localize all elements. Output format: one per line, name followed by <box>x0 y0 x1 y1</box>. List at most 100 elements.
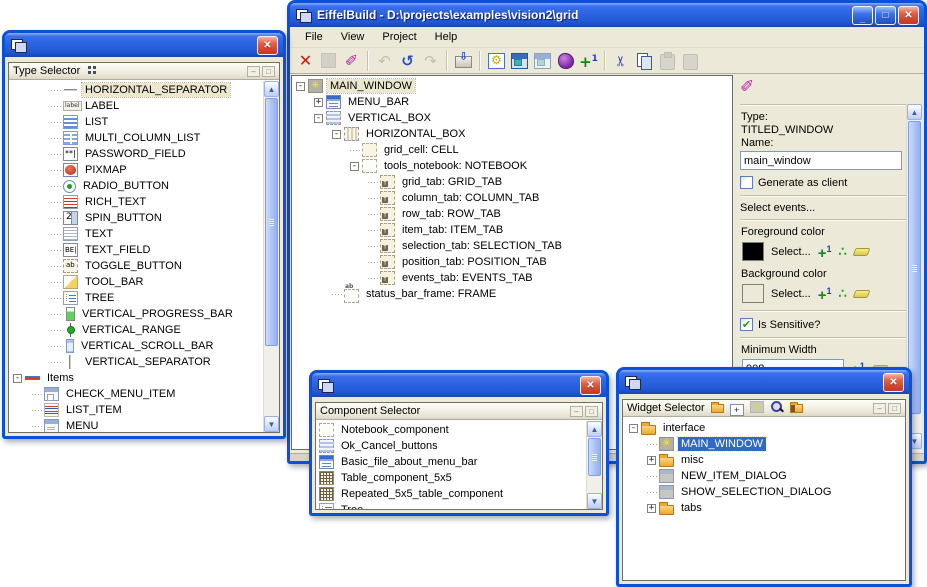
tree-row[interactable]: column_tab: COLUMN_TAB <box>294 190 732 206</box>
scroll-up-arrow[interactable]: ▲ <box>264 81 279 97</box>
panel-maximize-button[interactable]: □ <box>585 406 598 417</box>
magnifier-icon[interactable] <box>770 401 784 413</box>
panel-minimize-button[interactable]: – <box>873 403 886 414</box>
tree-row[interactable]: VERTICAL_RANGE <box>11 322 279 338</box>
tree-row[interactable]: MENU <box>11 418 279 433</box>
type-selector-title-bar[interactable]: ✕ <box>5 33 283 57</box>
tree-row[interactable]: -Items <box>11 370 279 386</box>
folderout-icon[interactable] <box>790 404 803 413</box>
menu-item-view[interactable]: View <box>332 29 374 45</box>
tree-row[interactable]: row_tab: ROW_TAB <box>294 206 732 222</box>
tree-row[interactable]: -MAIN_WINDOW <box>294 78 732 94</box>
scroll-up-arrow[interactable]: ▲ <box>587 421 602 437</box>
menu-item-project[interactable]: Project <box>373 29 425 45</box>
tree-row[interactable]: Ok_Cancel_buttons <box>319 438 602 454</box>
background-color-swatch[interactable] <box>742 284 764 303</box>
is-sensitive-checkbox[interactable] <box>740 318 753 331</box>
panel-minimize-button[interactable]: – <box>247 66 260 77</box>
share-nodes-icon[interactable]: ∴ <box>839 244 847 260</box>
expand-toggle[interactable]: + <box>647 456 656 465</box>
scroll-down-arrow[interactable]: ▼ <box>587 493 602 509</box>
tree-row[interactable]: RICH_TEXT <box>11 194 279 210</box>
scroll-up-arrow[interactable]: ▲ <box>907 104 922 120</box>
expand-toggle[interactable]: + <box>647 504 656 513</box>
eraser-icon[interactable] <box>852 248 870 256</box>
component-selector-caption[interactable]: Component Selector – □ <box>316 403 602 420</box>
name-input[interactable] <box>740 151 902 170</box>
tree-row[interactable]: status_bar_frame: FRAME <box>294 286 732 302</box>
tree-row[interactable]: Basic_file_about_menu_bar <box>319 454 602 470</box>
tree-row[interactable]: TOGGLE_BUTTON <box>11 258 279 274</box>
scroll-down-arrow[interactable]: ▼ <box>264 416 279 432</box>
background-select-button[interactable]: Select... <box>771 288 811 300</box>
maximize-button[interactable]: □ <box>875 6 896 25</box>
menu-item-help[interactable]: Help <box>426 29 467 45</box>
grid4-icon[interactable] <box>86 64 100 76</box>
folder-icon[interactable] <box>711 404 724 413</box>
tree-row[interactable]: -VERTICAL_BOX <box>294 110 732 126</box>
expand-toggle[interactable]: - <box>314 114 323 123</box>
tree-row[interactable]: item_tab: ITEM_TAB <box>294 222 732 238</box>
refresh-button[interactable]: ↺ <box>396 50 419 72</box>
minimize-button[interactable]: _ <box>852 6 873 25</box>
type-selector-caption[interactable]: Type Selector – □ <box>9 63 279 80</box>
delete-button[interactable]: ✕ <box>294 50 317 72</box>
export-button[interactable] <box>452 50 475 72</box>
boxplus-icon[interactable] <box>730 404 744 416</box>
close-button[interactable]: ✕ <box>883 373 904 392</box>
tree-row[interactable]: PIXMAP <box>11 162 279 178</box>
scroll-thumb[interactable] <box>588 438 601 476</box>
widget-selector-caption[interactable]: Widget Selector – □ <box>623 400 905 417</box>
expand-toggle[interactable]: - <box>629 424 638 433</box>
tree-row[interactable]: Notebook_component <box>319 422 602 438</box>
tree-row[interactable]: LABEL <box>11 98 279 114</box>
expand-toggle[interactable]: - <box>350 162 359 171</box>
close-button[interactable]: ✕ <box>257 36 278 55</box>
winblue-button[interactable] <box>508 50 531 72</box>
close-button[interactable]: ✕ <box>580 376 601 395</box>
tree-row[interactable]: TOOL_BAR <box>11 274 279 290</box>
foreground-color-swatch[interactable] <box>742 242 764 261</box>
plus-one-icon[interactable]: +1 <box>818 285 832 302</box>
scroll-thumb[interactable] <box>265 98 278 346</box>
tree-row[interactable]: -HORIZONTAL_BOX <box>294 126 732 142</box>
tree-row[interactable]: LIST_ITEM <box>11 402 279 418</box>
tree-row[interactable]: Tree <box>319 502 602 510</box>
tree-row[interactable]: LIST <box>11 114 279 130</box>
panel-minimize-button[interactable]: – <box>570 406 583 417</box>
expand-toggle[interactable]: + <box>314 98 323 107</box>
share-nodes-icon[interactable]: ∴ <box>839 286 847 302</box>
tree-row[interactable]: HORIZONTAL_SEPARATOR <box>11 82 279 98</box>
tree-row[interactable]: TEXT <box>11 226 279 242</box>
tree-row[interactable]: MULTI_COLUMN_LIST <box>11 130 279 146</box>
tree-row[interactable]: Repeated_5x5_table_component <box>319 486 602 502</box>
main-title-bar[interactable]: EiffelBuild - D:\projects\examples\visio… <box>290 3 924 27</box>
tree-row[interactable]: MAIN_WINDOW <box>625 436 905 452</box>
panel-maximize-button[interactable]: □ <box>888 403 901 414</box>
tree-row[interactable]: VERTICAL_SCROLL_BAR <box>11 338 279 354</box>
gearwin-button[interactable] <box>485 50 508 72</box>
tree-row[interactable]: CHECK_MENU_ITEM <box>11 386 279 402</box>
panel-maximize-button[interactable]: □ <box>262 66 275 77</box>
foreground-select-button[interactable]: Select... <box>771 246 811 258</box>
plusone-button[interactable]: +1 <box>577 50 600 72</box>
eraser-icon[interactable] <box>852 290 870 298</box>
purple-button[interactable] <box>554 50 577 72</box>
tree-row[interactable]: SPIN_BUTTON <box>11 210 279 226</box>
close-button[interactable]: ✕ <box>898 6 919 25</box>
tree-row[interactable]: TREE <box>11 290 279 306</box>
tree-row[interactable]: PASSWORD_FIELD <box>11 146 279 162</box>
tree-row[interactable]: VERTICAL_PROGRESS_BAR <box>11 306 279 322</box>
tree-row[interactable]: RADIO_BUTTON <box>11 178 279 194</box>
type-selector-scrollbar[interactable]: ▲ ▼ <box>263 81 279 432</box>
tree-row[interactable]: grid_cell: CELL <box>294 142 732 158</box>
expand-toggle[interactable]: - <box>332 130 341 139</box>
cut-button[interactable]: ✂ <box>611 49 633 72</box>
component-scrollbar[interactable]: ▲ ▼ <box>586 421 602 509</box>
tree-row[interactable]: TEXT_FIELD <box>11 242 279 258</box>
wingray-button[interactable] <box>531 50 554 72</box>
widget-selector-title-bar[interactable]: ✕ <box>619 370 909 394</box>
tree-row[interactable]: grid_tab: GRID_TAB <box>294 174 732 190</box>
tree-row[interactable]: events_tab: EVENTS_TAB <box>294 270 732 286</box>
wrench-button[interactable]: ✐ <box>340 50 363 72</box>
